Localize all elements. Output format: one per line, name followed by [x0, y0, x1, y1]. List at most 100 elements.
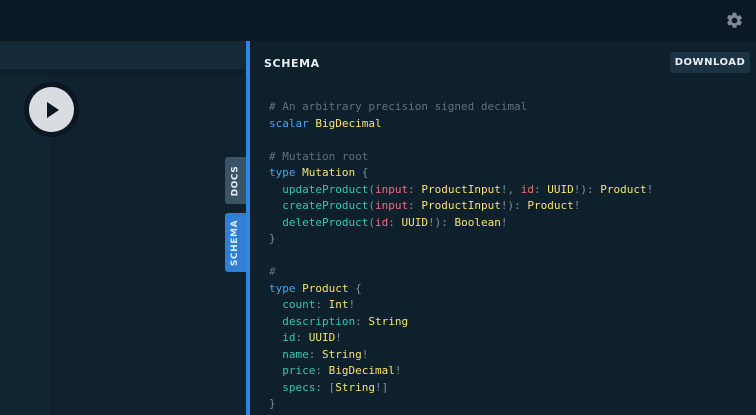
- schema-code-token: !: [348, 298, 356, 311]
- schema-code-line: type Mutation {: [269, 165, 653, 182]
- schema-code-line: description: String: [269, 314, 653, 331]
- schema-code-token: Mutation: [302, 166, 356, 179]
- schema-code-token: #: [269, 265, 276, 278]
- tab-schema-label: SCHEMA: [230, 219, 241, 266]
- schema-code-token: }: [269, 397, 276, 410]
- editor-tab-divider: [0, 69, 246, 77]
- schema-code-line: [269, 132, 653, 149]
- schema-code-token: ProductInput: [421, 182, 501, 196]
- schema-code-token: Product: [600, 182, 647, 196]
- schema-code-token: !: [361, 347, 369, 361]
- schema-code-token: Boolean: [454, 215, 501, 229]
- schema-code-line: #: [269, 264, 653, 281]
- schema-code-token: type: [269, 166, 303, 179]
- schema-code-token: id: [282, 331, 296, 344]
- tab-schema[interactable]: SCHEMA: [225, 213, 246, 272]
- schema-code-token: description: [282, 314, 356, 328]
- schema-code-token: input: [374, 199, 409, 212]
- schema-code-token: [269, 364, 282, 377]
- schema-code-token: id: [374, 215, 389, 229]
- schema-code-token: {: [348, 281, 362, 295]
- schema-code-token: updateProduct: [282, 182, 369, 196]
- schema-code-token: deleteProduct: [282, 215, 369, 229]
- editor-tab-bar: [0, 41, 246, 69]
- schema-code-token: !: [335, 331, 342, 344]
- gear-icon[interactable]: [725, 11, 744, 30]
- schema-code-token: !]: [375, 380, 389, 394]
- schema-code-line: scalar BigDecimal: [269, 116, 653, 133]
- schema-code-token: specs: [282, 380, 316, 394]
- schema-code-token: UUID: [547, 182, 574, 196]
- schema-code-line: updateProduct(input: ProductInput!, id: …: [269, 182, 653, 199]
- schema-code-token: name: [282, 347, 309, 361]
- schema-code-line: name: String!: [269, 347, 653, 364]
- schema-code-token: !: [646, 182, 654, 196]
- schema-code-token: String: [322, 347, 362, 361]
- schema-code-token: input: [374, 182, 409, 196]
- schema-code-token: :: [295, 331, 309, 344]
- schema-code-token: }: [269, 232, 276, 245]
- schema-code-token: Int: [328, 298, 349, 311]
- schema-code-line: price: BigDecimal!: [269, 363, 653, 380]
- schema-code-token: count: [282, 298, 316, 311]
- execute-query-button-face[interactable]: [29, 87, 74, 132]
- schema-code-token: :: [533, 182, 548, 196]
- schema-code-token: !,: [500, 182, 521, 196]
- schema-code-line: [269, 248, 653, 265]
- schema-code-token: [269, 183, 282, 196]
- schema-code-token: createProduct: [282, 199, 369, 212]
- schema-code-line: count: Int!: [269, 297, 653, 314]
- schema-code-line: specs: [String!]: [269, 380, 653, 397]
- schema-code-line: deleteProduct(id: UUID!): Boolean!: [269, 215, 653, 232]
- schema-code-token: BigDecimal: [328, 364, 395, 377]
- schema-code-line: id: UUID!: [269, 330, 653, 347]
- schema-code-token: :: [408, 199, 422, 212]
- tab-docs-label: DOCS: [230, 165, 241, 196]
- schema-code-token: :: [408, 182, 422, 196]
- schema-code-token: :: [315, 364, 329, 377]
- schema-code-token: [269, 331, 282, 344]
- top-toolbar: [0, 0, 756, 41]
- schema-code-line: createProduct(input: ProductInput!): Pro…: [269, 198, 653, 215]
- schema-code-line: }: [269, 396, 653, 413]
- execute-query-button[interactable]: [25, 83, 78, 136]
- schema-code-token: {: [355, 166, 369, 179]
- schema-code-token: [269, 381, 282, 394]
- schema-code-token: !):: [427, 215, 455, 229]
- schema-code-token: # Mutation root: [269, 149, 369, 163]
- schema-code-token: :: [388, 215, 402, 229]
- schema-code-token: (: [368, 182, 375, 196]
- schema-code-token: id: [520, 182, 534, 196]
- schema-code-token: :: [315, 298, 329, 311]
- schema-code-token: (: [368, 199, 375, 212]
- schema-code-token: UUID: [401, 215, 428, 229]
- play-icon: [46, 101, 59, 118]
- schema-code-token: [269, 298, 282, 311]
- schema-code-line: # Mutation root: [269, 149, 653, 166]
- result-pane: [50, 77, 246, 415]
- schema-code-line: type Product {: [269, 281, 653, 298]
- schema-code-token: Product: [527, 199, 574, 212]
- schema-code-token: !: [394, 364, 402, 377]
- schema-code-token: price: [282, 364, 316, 377]
- schema-code-line: }: [269, 231, 653, 248]
- schema-code-token: String: [368, 314, 409, 328]
- tab-docs[interactable]: DOCS: [225, 157, 246, 204]
- schema-code-token: :: [355, 314, 369, 328]
- schema-panel-title: SCHEMA: [264, 57, 320, 70]
- schema-code-token: ProductInput: [421, 199, 501, 212]
- schema-code-token: # An arbitrary precision signed decimal: [269, 100, 528, 113]
- schema-code-token: !):: [500, 199, 528, 212]
- schema-code-token: !):: [573, 182, 601, 196]
- schema-code-token: !: [573, 199, 581, 212]
- schema-code-token: [269, 348, 282, 361]
- download-button[interactable]: DOWNLOAD: [670, 52, 750, 73]
- schema-code-line: # An arbitrary precision signed decimal: [269, 99, 653, 116]
- schema-code-token: :: [308, 347, 322, 361]
- schema-code-token: scalar: [269, 116, 316, 130]
- schema-code-token: type: [269, 281, 303, 295]
- schema-code-token: [269, 216, 282, 229]
- schema-code-token: Product: [302, 281, 349, 295]
- schema-code-token: (: [368, 215, 375, 229]
- schema-code-token: !: [500, 215, 508, 229]
